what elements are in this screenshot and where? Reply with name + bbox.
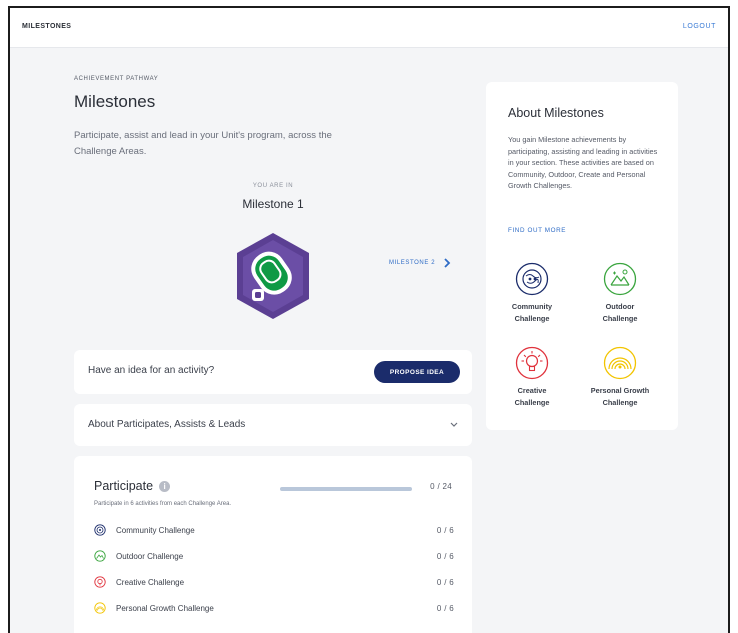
challenge-area-line2: Challenge xyxy=(602,398,638,407)
chevron-down-icon xyxy=(450,422,458,427)
challenge-row-community[interactable]: Community Challenge 0 / 6 xyxy=(94,523,454,537)
find-out-more-link[interactable]: FIND OUT MORE xyxy=(508,227,566,234)
milestone-badge-icon xyxy=(237,233,309,319)
community-icon xyxy=(94,524,106,536)
section-eyebrow: ACHIEVEMENT PATHWAY xyxy=(74,76,159,82)
challenge-area-label: Personal Growth Challenge xyxy=(580,385,660,409)
personal-growth-icon xyxy=(603,346,637,380)
participate-title: Participate i xyxy=(94,479,171,493)
challenge-area-line1: Creative xyxy=(517,386,547,395)
challenge-row-personal-growth[interactable]: Personal Growth Challenge 0 / 6 xyxy=(94,601,454,615)
about-pal-label: About Participates, Assists & Leads xyxy=(88,419,246,430)
main-content: ACHIEVEMENT PATHWAY Milestones Participa… xyxy=(72,48,474,633)
participate-card: Participate i 0 / 24 Participate in 6 ac… xyxy=(74,456,472,633)
page-description: Participate, assist and lead in your Uni… xyxy=(74,130,332,157)
outdoor-icon xyxy=(603,262,637,296)
idea-card: Have an idea for an activity? PROPOSE ID… xyxy=(74,350,472,394)
about-milestones-card: About Milestones You gain Milestone achi… xyxy=(486,82,678,430)
row-count: 0 / 6 xyxy=(436,577,454,587)
challenge-area-outdoor: Outdoor Challenge xyxy=(580,262,660,325)
challenge-row-creative[interactable]: Creative Challenge 0 / 6 xyxy=(94,575,454,589)
app-window: MILESTONES LOGOUT ACHIEVEMENT PATHWAY Mi… xyxy=(8,6,730,633)
info-icon[interactable]: i xyxy=(159,480,171,492)
chevron-right-icon xyxy=(444,258,451,268)
about-milestones-description: You gain Milestone achievements by parti… xyxy=(508,135,658,191)
participate-progress-bar xyxy=(280,487,412,491)
challenge-area-label: Community Challenge xyxy=(492,301,572,325)
challenge-area-line2: Challenge xyxy=(514,314,550,323)
challenge-area-line2: Challenge xyxy=(602,314,638,323)
you-are-in-label: YOU ARE IN xyxy=(252,183,294,189)
participate-count: 0 / 24 xyxy=(430,482,452,491)
challenge-area-line1: Personal Growth xyxy=(590,386,650,395)
next-milestone-label: MILESTONE 2 xyxy=(389,260,436,266)
challenge-row-outdoor[interactable]: Outdoor Challenge 0 / 6 xyxy=(94,549,454,563)
challenge-area-label: Creative Challenge xyxy=(492,385,572,409)
participate-subtitle: Participate in 6 activities from each Ch… xyxy=(94,501,232,507)
app-title: MILESTONES xyxy=(22,23,72,30)
creative-icon xyxy=(515,346,549,380)
row-count: 0 / 6 xyxy=(436,551,454,561)
challenge-area-label: Outdoor Challenge xyxy=(580,301,660,325)
top-bar: MILESTONES LOGOUT xyxy=(10,8,728,48)
challenge-area-line1: Community xyxy=(511,302,553,311)
row-label: Outdoor Challenge xyxy=(116,551,184,561)
row-count: 0 / 6 xyxy=(436,603,454,613)
current-milestone: Milestone 1 xyxy=(242,197,304,211)
page-title: Milestones xyxy=(74,92,156,111)
personal-growth-icon xyxy=(94,602,106,614)
community-icon xyxy=(515,262,549,296)
row-label: Personal Growth Challenge xyxy=(116,603,214,613)
propose-idea-button[interactable]: PROPOSE IDEA xyxy=(374,361,460,383)
challenge-area-line1: Outdoor xyxy=(605,302,635,311)
row-count: 0 / 6 xyxy=(436,525,454,535)
about-pal-accordion[interactable]: About Participates, Assists & Leads xyxy=(74,404,472,446)
challenge-area-line2: Challenge xyxy=(514,398,550,407)
participate-title-text: Participate xyxy=(94,479,154,493)
next-milestone-link[interactable]: MILESTONE 2 xyxy=(389,258,451,268)
outdoor-icon xyxy=(94,550,106,562)
logout-link[interactable]: LOGOUT xyxy=(683,23,716,30)
challenge-area-community: Community Challenge xyxy=(492,262,572,325)
creative-icon xyxy=(94,576,106,588)
row-label: Community Challenge xyxy=(116,525,195,535)
challenge-area-personal-growth: Personal Growth Challenge xyxy=(580,346,660,409)
idea-prompt: Have an idea for an activity? xyxy=(88,365,215,376)
challenge-area-creative: Creative Challenge xyxy=(492,346,572,409)
row-label: Creative Challenge xyxy=(116,577,185,587)
about-milestones-title: About Milestones xyxy=(508,106,604,120)
